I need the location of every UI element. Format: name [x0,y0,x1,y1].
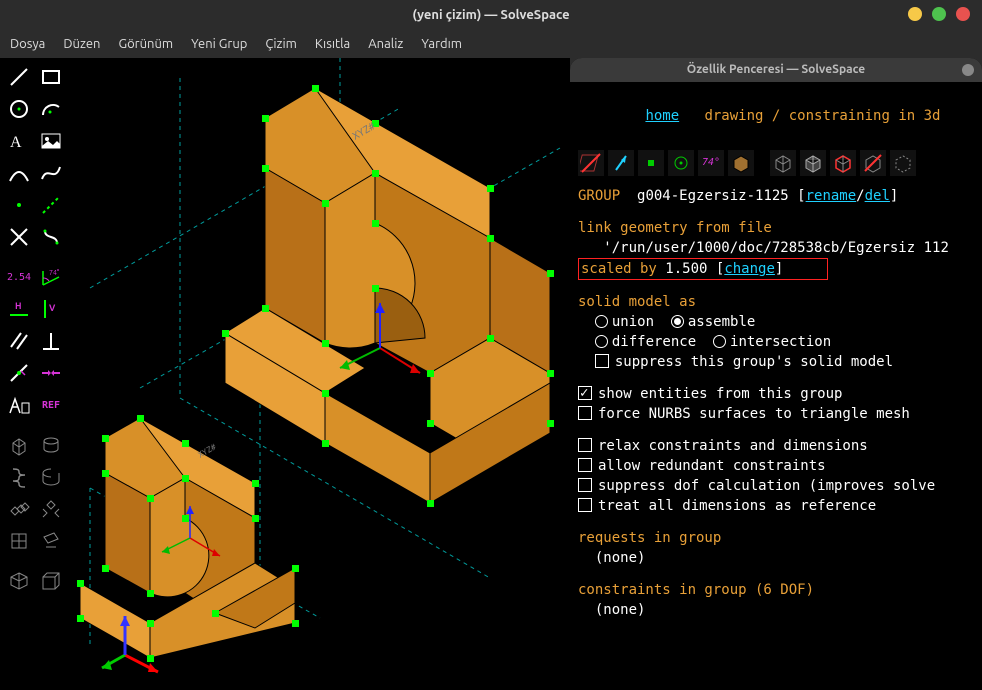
group-label: GROUP [578,188,620,204]
suppress-dof-checkbox[interactable] [578,478,592,492]
window-buttons [908,7,970,21]
change-scale-link[interactable]: change [724,261,775,277]
point-on-constraint-icon[interactable] [4,358,34,388]
panel-dot-icon [962,64,974,76]
close-button[interactable] [956,7,970,21]
edges-icon[interactable] [800,150,826,176]
show-entities-checkbox[interactable] [578,386,592,400]
maximize-button[interactable] [932,7,946,21]
symmetric-constraint-icon[interactable] [36,358,66,388]
lathe-tool-icon[interactable] [36,430,66,460]
image-tool-icon[interactable] [36,126,66,156]
normals-icon[interactable] [608,150,634,176]
svg-text:H: H [15,301,22,311]
arc-tool-icon[interactable] [36,94,66,124]
circle-tool-icon[interactable] [4,94,34,124]
breadcrumb: drawing / constraining in 3d [704,108,940,124]
suppress-solid-checkbox[interactable] [595,354,609,368]
step-translate-tool-icon[interactable] [4,494,34,524]
tangent-arc-tool-icon[interactable] [4,158,34,188]
distance-constraint-icon[interactable]: 2.54 [4,262,34,292]
sketch-in-plane-tool-icon[interactable] [36,526,66,556]
workplane-hidden-icon[interactable] [578,150,604,176]
outlines-icon[interactable] [830,150,856,176]
menu-view[interactable]: Görünüm [118,37,173,51]
revolve-tool-icon[interactable] [36,462,66,492]
trim-tool-icon[interactable] [36,222,66,252]
hidden-lines-icon[interactable] [890,150,916,176]
link-geom-label: link geometry from file [578,220,772,236]
rect-tool-icon[interactable] [36,62,66,92]
sketch-in-3d-tool-icon[interactable] [4,526,34,556]
3d-viewport[interactable]: XYZ# XYZ# [70,58,570,690]
scale-highlight: scaled by 1.500 [change] [578,258,828,280]
model-rendering: XYZ# XYZ# [70,58,570,690]
menu-file[interactable]: Dosya [10,37,45,51]
parallel-constraint-icon[interactable] [4,326,34,356]
shaded-icon[interactable] [770,150,796,176]
property-panel: Özellik Penceresi — SolveSpace home draw… [570,58,982,690]
menubar: Dosya Düzen Görünüm Yeni Grup Çizim Kısı… [0,30,982,58]
equal-constraint-icon[interactable] [4,390,34,420]
step-rotate-tool-icon[interactable] [36,494,66,524]
group-name: g004-Egzersiz-1125 [637,188,789,204]
linked-part-large [225,88,550,503]
home-link[interactable]: home [645,108,679,124]
menu-analyze[interactable]: Analiz [368,37,403,51]
line-tool-icon[interactable] [4,62,34,92]
helix-tool-icon[interactable] [4,462,34,492]
titlebar: (yeni çizim) — SolveSpace [0,0,982,30]
property-panel-title: Özellik Penceresi — SolveSpace [570,58,982,82]
perpendicular-constraint-icon[interactable] [36,326,66,356]
faces-icon[interactable] [728,150,754,176]
treat-ref-checkbox[interactable] [578,498,592,512]
window-title: (yeni çizim) — SolveSpace [412,8,569,22]
split-tool-icon[interactable] [4,222,34,252]
bezier-tool-icon[interactable] [36,158,66,188]
menu-edit[interactable]: Düzen [63,37,100,51]
union-radio[interactable] [595,315,608,328]
scale-value: 1.500 [665,261,707,277]
nearest-iso-icon[interactable] [4,566,34,596]
view-toolbar: 74° [578,150,974,176]
svg-text:74°: 74° [49,268,60,277]
svg-text:A: A [10,134,22,151]
menu-help[interactable]: Yardım [421,37,462,51]
delete-link[interactable]: del [865,188,890,204]
construction-tool-icon[interactable] [36,190,66,220]
vertical-constraint-icon[interactable]: V [36,294,66,324]
requests-none: (none) [595,550,646,566]
point-tool-icon[interactable] [4,190,34,220]
relax-constraints-checkbox[interactable] [578,438,592,452]
left-toolbar: A 2.54 74° H V REF [0,58,70,690]
axis-gizmo-icon [100,610,170,680]
constraints-icon[interactable] [668,150,694,176]
mesh-hidden-icon[interactable] [860,150,886,176]
minimize-button[interactable] [908,7,922,21]
menu-sketch[interactable]: Çizim [265,37,297,51]
file-path: '/run/user/1000/doc/728538cb/Egzersiz 11… [603,240,949,256]
allow-redundant-checkbox[interactable] [578,458,592,472]
constraints-label: constraints in group (6 DOF) [578,582,814,598]
difference-radio[interactable] [595,335,608,348]
angle-display-icon[interactable]: 74° [698,150,724,176]
assemble-radio[interactable] [671,315,684,328]
menu-constrain[interactable]: Kısıtla [315,37,350,51]
intersection-radio[interactable] [713,335,726,348]
horizontal-constraint-icon[interactable]: H [4,294,34,324]
constraints-none: (none) [595,602,646,618]
solid-model-label: solid model as [578,294,696,310]
requests-label: requests in group [578,530,721,546]
angle-constraint-icon[interactable]: 74° [36,262,66,292]
reference-constraint-icon[interactable]: REF [36,390,66,420]
menu-newgroup[interactable]: Yeni Grup [191,37,247,51]
points-icon[interactable] [638,150,664,176]
extrude-tool-icon[interactable] [4,430,34,460]
nearest-ortho-icon[interactable] [36,566,66,596]
svg-text:V: V [49,303,56,313]
force-nurbs-checkbox[interactable] [578,406,592,420]
rename-link[interactable]: rename [806,188,857,204]
text-tool-icon[interactable]: A [4,126,34,156]
